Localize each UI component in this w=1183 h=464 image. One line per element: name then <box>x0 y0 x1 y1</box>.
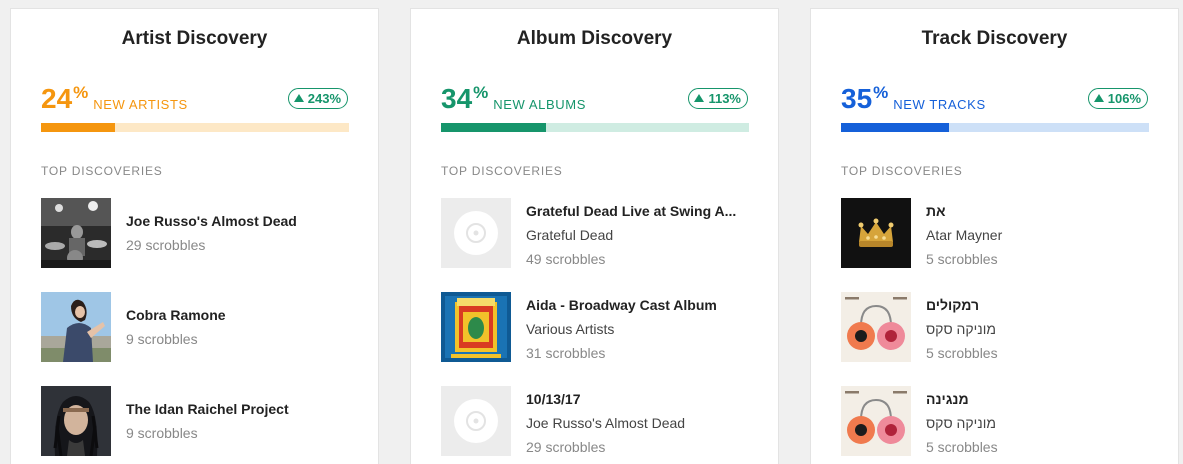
arrow-up-icon <box>293 94 304 102</box>
item-name[interactable]: 10/13/17 <box>526 390 751 408</box>
list-item[interactable]: The Idan Raichel Project 9 scrobbles <box>41 386 351 456</box>
card-title: Track Discovery <box>921 28 1068 49</box>
item-name[interactable]: Joe Russo's Almost Dead <box>126 212 351 230</box>
item-scrobbles: 5 scrobbles <box>926 345 998 361</box>
card-title: Album Discovery <box>516 28 673 49</box>
progress-fill <box>841 123 949 132</box>
change-value: 106% <box>1107 91 1141 106</box>
percent-sign: % <box>473 83 489 102</box>
item-scrobbles: 5 scrobbles <box>926 251 998 267</box>
artist-photo[interactable] <box>41 292 111 362</box>
list-item[interactable]: Cobra Ramone 9 scrobbles <box>41 292 351 362</box>
band-photo[interactable] <box>41 198 111 268</box>
artist-photo[interactable] <box>41 386 111 456</box>
list-item[interactable]: Grateful Dead Live at Swing A... Gratefu… <box>441 198 751 268</box>
item-scrobbles: 29 scrobbles <box>126 237 206 253</box>
arrow-up-icon <box>1093 94 1104 102</box>
percent-label: NEW ALBUMS <box>493 97 586 112</box>
item-name[interactable]: The Idan Raichel Project <box>126 400 351 418</box>
list-item[interactable]: רמקולים מוניקה סקס 5 scrobbles <box>841 292 1151 362</box>
discovery-stat: 24 % NEW ARTISTS <box>41 83 188 115</box>
percent-sign: % <box>73 83 89 102</box>
progress-bar <box>41 123 349 132</box>
arrow-up-icon <box>694 94 705 102</box>
placeholder-disc-icon[interactable] <box>441 198 511 268</box>
item-scrobbles: 9 scrobbles <box>126 331 198 347</box>
artist-discovery-card: Artist Discovery 24 % NEW ARTISTS 243% T… <box>10 8 379 464</box>
speakers-cover[interactable] <box>841 292 911 362</box>
item-artist[interactable]: Grateful Dead <box>526 226 751 244</box>
progress-bar <box>441 123 749 132</box>
album-discovery-card: Album Discovery 34 % NEW ALBUMS 113% TOP… <box>410 8 779 464</box>
item-artist[interactable]: Joe Russo's Almost Dead <box>526 414 751 432</box>
item-scrobbles: 49 scrobbles <box>526 251 606 267</box>
change-badge: 113% <box>688 88 748 109</box>
progress-fill <box>41 123 115 132</box>
item-name[interactable]: רמקולים <box>926 296 979 314</box>
list-item[interactable]: Aida - Broadway Cast Album Various Artis… <box>441 292 751 362</box>
discovery-stat: 35 % NEW TRACKS <box>841 83 986 115</box>
change-value: 243% <box>307 91 341 106</box>
item-name[interactable]: Aida - Broadway Cast Album <box>526 296 751 314</box>
item-artist[interactable]: מוניקה סקס <box>926 414 996 432</box>
speakers-cover[interactable] <box>841 386 911 456</box>
change-badge: 106% <box>1087 88 1148 109</box>
item-name[interactable]: Grateful Dead Live at Swing A... <box>526 202 751 220</box>
item-scrobbles: 9 scrobbles <box>126 425 198 441</box>
card-title: Artist Discovery <box>121 28 268 49</box>
item-name[interactable]: מנגינה <box>926 390 969 408</box>
placeholder-disc-icon[interactable] <box>441 386 511 456</box>
list-item[interactable]: 10/13/17 Joe Russo's Almost Dead 29 scro… <box>441 386 751 456</box>
item-artist[interactable]: מוניקה סקס <box>926 320 996 338</box>
discovery-stat: 34 % NEW ALBUMS <box>441 83 586 115</box>
list-item[interactable]: Joe Russo's Almost Dead 29 scrobbles <box>41 198 351 268</box>
item-artist[interactable]: Various Artists <box>526 320 751 338</box>
list-item[interactable]: את Atar Mayner 5 scrobbles <box>841 198 1151 268</box>
percent-value: 24 <box>41 83 73 114</box>
top-discoveries-label: TOP DISCOVERIES <box>841 164 963 178</box>
top-discoveries-label: TOP DISCOVERIES <box>41 164 163 178</box>
change-badge: 243% <box>287 88 348 109</box>
percent-sign: % <box>873 83 889 102</box>
change-value: 113% <box>708 91 741 106</box>
progress-fill <box>441 123 546 132</box>
track-discovery-card: Track Discovery 35 % NEW TRACKS 106% TOP… <box>810 8 1179 464</box>
item-scrobbles: 31 scrobbles <box>526 345 606 361</box>
crown-cover[interactable] <box>841 198 911 268</box>
percent-value: 34 <box>441 83 473 114</box>
album-cover[interactable] <box>441 292 511 362</box>
item-scrobbles: 5 scrobbles <box>926 439 998 455</box>
item-scrobbles: 29 scrobbles <box>526 439 606 455</box>
percent-label: NEW TRACKS <box>893 97 986 112</box>
item-artist[interactable]: Atar Mayner <box>926 226 1002 244</box>
item-name[interactable]: את <box>926 202 946 220</box>
progress-bar <box>841 123 1149 132</box>
item-name[interactable]: Cobra Ramone <box>126 306 351 324</box>
percent-label: NEW ARTISTS <box>93 97 188 112</box>
top-discoveries-label: TOP DISCOVERIES <box>441 164 563 178</box>
list-item[interactable]: מנגינה מוניקה סקס 5 scrobbles <box>841 386 1151 456</box>
percent-value: 35 <box>841 83 873 114</box>
